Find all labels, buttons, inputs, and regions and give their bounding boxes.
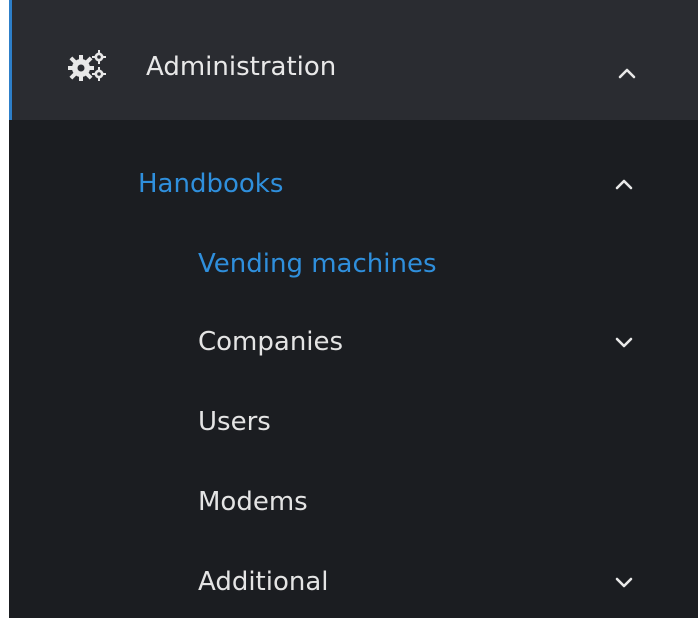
menu-item-label: Additional bbox=[198, 567, 329, 597]
sidebar-item-vending-machines[interactable]: Vending machines bbox=[9, 230, 698, 298]
sidebar-item-companies[interactable]: Companies bbox=[9, 308, 698, 376]
sidebar-item-additional[interactable]: Additional bbox=[9, 548, 698, 616]
sidebar-item-administration[interactable]: Administration bbox=[9, 0, 698, 120]
sidebar-item-users[interactable]: Users bbox=[9, 388, 698, 456]
sidebar-item-modems[interactable]: Modems bbox=[9, 468, 698, 536]
chevron-up-icon[interactable] bbox=[614, 60, 640, 86]
handbooks-label: Handbooks bbox=[138, 169, 284, 199]
menu-item-label: Companies bbox=[198, 327, 344, 357]
menu-item-label: Vending machines bbox=[198, 249, 437, 279]
chevron-down-icon[interactable] bbox=[611, 329, 637, 355]
sidebar-item-handbooks[interactable]: Handbooks bbox=[9, 150, 698, 218]
menu-item-label: Modems bbox=[198, 487, 308, 517]
gears-icon bbox=[68, 50, 106, 81]
administration-label: Administration bbox=[146, 52, 337, 82]
chevron-down-icon[interactable] bbox=[611, 569, 637, 595]
sidebar-menu: Administration Handbooks Vending machine… bbox=[9, 0, 698, 618]
menu-item-label: Users bbox=[198, 407, 271, 437]
chevron-up-icon[interactable] bbox=[611, 171, 637, 197]
